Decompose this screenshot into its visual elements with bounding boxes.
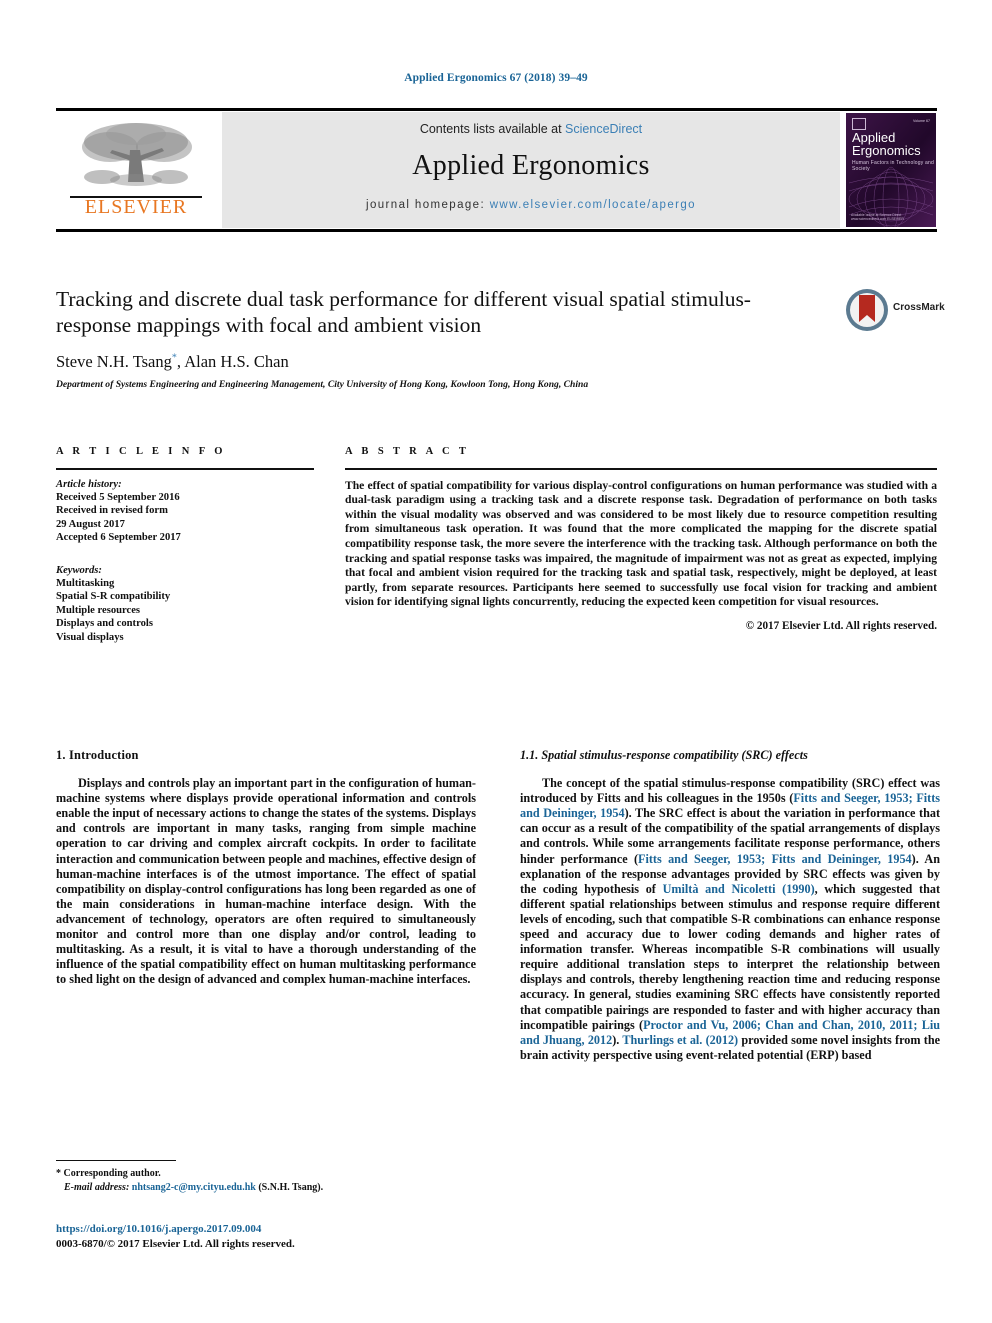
author-list: Steve N.H. Tsang*, Alan H.S. Chan [56,352,937,372]
citation-link[interactable]: Fitts and Seeger, 1953; Fitts and Deinin… [638,852,912,866]
abstract-copyright: © 2017 Elsevier Ltd. All rights reserved… [745,619,937,632]
abstract-text: The effect of spatial compatibility for … [345,478,937,609]
sciencedirect-link[interactable]: ScienceDirect [565,122,642,136]
history-item: Accepted 6 September 2017 [56,532,181,544]
cover-publisher-mark [852,118,866,130]
elsevier-tree-icon [82,123,192,186]
keyword-item: Spatial S-R compatibility [56,591,171,603]
article-history-label: Article history: [56,478,122,490]
article-info-column: A R T I C L E I N F O Article history: R… [56,446,314,644]
abstract-column: A B S T R A C T The effect of spatial co… [345,446,937,632]
cover-title: Applied Ergonomics [852,130,921,158]
masthead-top-rule [56,108,937,111]
email-line: E-mail address: nhtsang2-c@my.cityu.edu.… [56,1181,476,1194]
corresponding-author-footnote: * Corresponding author. E-mail address: … [56,1160,476,1194]
section-heading-src-effects: 1.1. Spatial stimulus-response compatibi… [520,748,808,762]
footnote-rule [56,1160,176,1162]
section-heading-introduction: 1. Introduction [56,748,139,762]
journal-masthead: Contents lists available at ScienceDirec… [56,108,937,232]
intro-paragraph: Displays and controls play an important … [56,776,476,987]
journal-title: Applied Ergonomics [412,150,650,181]
issn-copyright-line: 0003-6870/© 2017 Elsevier Ltd. All right… [56,1238,295,1250]
journal-cover-thumbnail: Volume 67 Applied Ergonomics Human Facto… [846,113,936,227]
email-link[interactable]: nhtsang2-c@my.cityu.edu.hk [132,1182,256,1193]
author-rest: , Alan H.S. Chan [176,352,289,371]
homepage-prefix: journal homepage: [366,199,490,211]
email-owner: (S.N.H. Tsang). [258,1181,324,1193]
keywords-label: Keywords: [56,564,102,576]
src-text-e: ). [612,1032,623,1047]
journal-homepage-line: journal homepage: www.elsevier.com/locat… [222,199,840,211]
contents-prefix: Contents lists available at [419,122,566,136]
crossmark-icon [846,289,888,331]
elsevier-wordmark: ELSEVIER [84,196,188,218]
cover-subtitle: Human Factors in Technology and Society [852,160,934,172]
citation-link[interactable]: Thurlings et al. (2012) [622,1033,738,1047]
src-text-d: , which suggested that different spatial… [520,881,940,1032]
cover-footer: Available online at Science Direct www.s… [851,212,904,222]
article-info-heading: A R T I C L E I N F O [56,446,226,457]
doi-block: https://doi.org/10.1016/j.apergo.2017.09… [56,1222,476,1252]
journal-homepage-link[interactable]: www.elsevier.com/locate/apergo [490,199,696,211]
history-item: Received 5 September 2016 [56,492,180,503]
corresponding-author-note: * Corresponding author. [56,1168,161,1180]
abstract-heading: A B S T R A C T [345,446,470,457]
author-first: Steve N.H. Tsang [56,352,172,371]
body-column-right: 1.1. Spatial stimulus-response compatibi… [520,748,940,1063]
cover-issue-label: Volume 67 [913,119,930,123]
history-item: 29 August 2017 [56,518,125,530]
crossmark-label: CrossMark [893,302,945,313]
src-paragraph: The concept of the spatial stimulus-resp… [520,776,940,1063]
contents-available-line: Contents lists available at ScienceDirec… [222,122,840,136]
article-info-rule [56,468,314,470]
doi-link[interactable]: https://doi.org/10.1016/j.apergo.2017.09… [56,1222,476,1237]
history-item: Received in revised form [56,505,168,517]
keyword-item: Visual displays [56,631,124,643]
article-history-block: Article history: Received 5 September 20… [56,478,314,545]
keywords-block: Keywords: Multitasking Spatial S-R compa… [56,564,314,644]
masthead-center-panel: Contents lists available at ScienceDirec… [222,112,840,228]
article-title-block: Tracking and discrete dual task performa… [56,286,937,390]
page-title: Tracking and discrete dual task performa… [56,287,751,337]
email-label: E-mail address: [64,1181,130,1193]
affiliation: Department of Systems Engineering and En… [56,379,589,390]
keyword-item: Multiple resources [56,604,141,616]
abstract-rule [345,468,937,470]
elsevier-logo: ELSEVIER [58,118,216,224]
paper-page: Applied Ergonomics 67 (2018) 39–49 Conte… [0,0,992,1323]
masthead-bottom-rule [56,229,937,232]
keyword-item: Multitasking [56,578,115,590]
running-head: Applied Ergonomics 67 (2018) 39–49 [404,72,588,84]
citation-link[interactable]: Umiltà and Nicoletti (1990) [663,882,815,896]
keyword-item: Displays and controls [56,618,153,630]
body-column-left: 1. Introduction Displays and controls pl… [56,748,476,987]
crossmark-badge[interactable]: CrossMark [845,288,945,334]
